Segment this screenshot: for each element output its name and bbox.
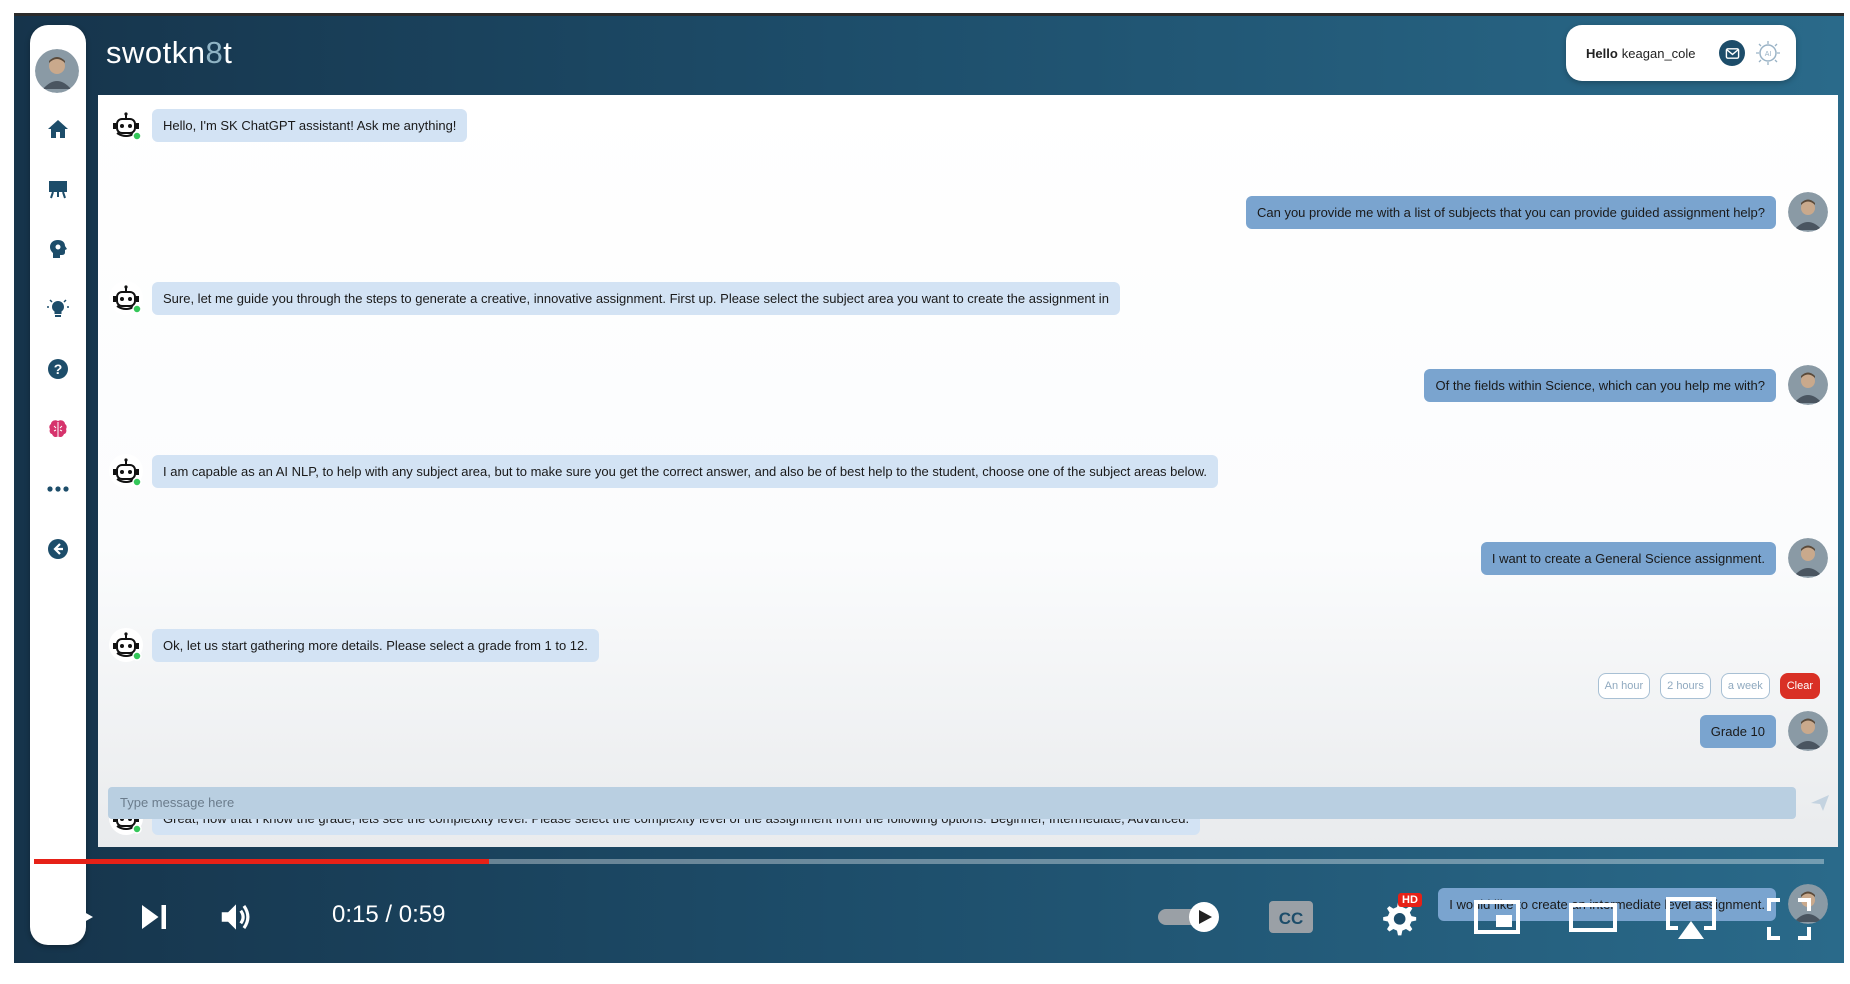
bot-message-bubble: I am capable as an AI NLP, to help with …: [152, 455, 1219, 489]
svg-text:?: ?: [54, 361, 63, 377]
user-message-row: Of the fields within Science, which can …: [98, 364, 1838, 405]
bot-message-bubble: Ok, let us start gathering more details.…: [152, 628, 599, 662]
chat-panel: Hello, I'm SK ChatGPT assistant! Ask me …: [98, 95, 1838, 925]
svg-text:AI: AI: [1765, 51, 1772, 58]
username-label: keagan_cole: [1621, 45, 1696, 61]
option-an-hour[interactable]: An hour: [1597, 673, 1651, 699]
cc-label: CC: [1279, 909, 1304, 928]
bot-message-bubble: Hello, I'm SK ChatGPT assistant! Ask me …: [152, 109, 468, 142]
user-greeting-pill: Hello keagan_cole AI: [1566, 25, 1796, 81]
bot-message-row: I am capable as an AI NLP, to help with …: [98, 451, 1838, 491]
miniplayer-icon[interactable]: [1472, 897, 1522, 937]
video-controls: 0:15 / 0:59 CC HD: [14, 873, 1844, 963]
bot-avatar-icon: [108, 627, 144, 663]
video-progress-fill: [34, 859, 489, 864]
bot-avatar-icon: [108, 107, 144, 143]
user-message-row: Grade 10: [98, 711, 1838, 752]
hd-badge: HD: [1398, 893, 1422, 907]
video-progress-bar[interactable]: [34, 859, 1824, 864]
bot-message-row: Sure, let me guide you through the steps…: [98, 278, 1838, 318]
autoplay-toggle[interactable]: [1156, 899, 1226, 935]
bot-message-row: Ok, let us start gathering more details.…: [98, 625, 1838, 665]
quick-reply-options: An hour 2 hours a week Clear: [1597, 673, 1820, 699]
theater-mode-icon[interactable]: [1568, 897, 1618, 937]
more-icon[interactable]: [40, 471, 76, 507]
user-avatar: [1788, 364, 1828, 405]
sidebar-avatar[interactable]: [35, 49, 79, 93]
video-frame: ? swotkn8t Hello keagan_cole AI Hello, I…: [14, 13, 1844, 963]
user-avatar: [1788, 191, 1828, 232]
back-icon[interactable]: [40, 531, 76, 567]
help-icon[interactable]: ?: [40, 351, 76, 387]
user-message-bubble: Can you provide me with a list of subjec…: [1245, 195, 1776, 229]
user-message-bubble: Grade 10: [1699, 715, 1776, 749]
volume-icon[interactable]: [214, 897, 258, 937]
subtitles-icon[interactable]: CC: [1266, 897, 1316, 937]
mail-icon[interactable]: [1719, 40, 1745, 66]
greeting-label: Hello: [1586, 45, 1618, 61]
user-message-row: I want to create a General Science assig…: [98, 538, 1838, 578]
option-a-week[interactable]: a week: [1720, 673, 1770, 699]
send-icon[interactable]: [1808, 791, 1832, 815]
user-message-bubble: I want to create a General Science assig…: [1480, 542, 1776, 575]
bot-avatar-icon: [108, 453, 144, 489]
bot-message-row: Hello, I'm SK ChatGPT assistant! Ask me …: [98, 105, 1838, 145]
logo-text-suffix: t: [223, 35, 233, 70]
top-edge: [14, 13, 1844, 16]
settings-icon[interactable]: HD: [1376, 893, 1422, 941]
user-message-bubble: Of the fields within Science, which can …: [1424, 368, 1776, 402]
fullscreen-icon[interactable]: [1766, 897, 1812, 941]
sidebar: ?: [30, 25, 86, 945]
clear-button[interactable]: Clear: [1779, 673, 1820, 699]
ai-chip-icon[interactable]: AI: [1754, 39, 1782, 67]
next-icon[interactable]: [134, 897, 174, 937]
bot-message-bubble: Sure, let me guide you through the steps…: [152, 282, 1120, 316]
message-input[interactable]: Type message here: [108, 787, 1796, 819]
presentation-icon[interactable]: [40, 171, 76, 207]
logo-text-eight: 8: [205, 35, 224, 70]
idea-icon[interactable]: [40, 291, 76, 327]
home-icon[interactable]: [40, 111, 76, 147]
airplay-icon[interactable]: [1664, 895, 1718, 941]
time-display: 0:15 / 0:59: [332, 901, 446, 928]
option-2-hours[interactable]: 2 hours: [1660, 673, 1711, 699]
bot-avatar-icon: [108, 280, 144, 316]
brain-icon[interactable]: [40, 411, 76, 447]
mind-icon[interactable]: [40, 231, 76, 267]
user-message-row: Can you provide me with a list of subjec…: [98, 191, 1838, 232]
play-icon[interactable]: [56, 893, 100, 941]
user-avatar: [1788, 538, 1828, 578]
user-avatar: [1788, 711, 1828, 752]
logo-text-prefix: swotkn: [106, 35, 206, 70]
app-logo: swotkn8t: [106, 35, 232, 71]
